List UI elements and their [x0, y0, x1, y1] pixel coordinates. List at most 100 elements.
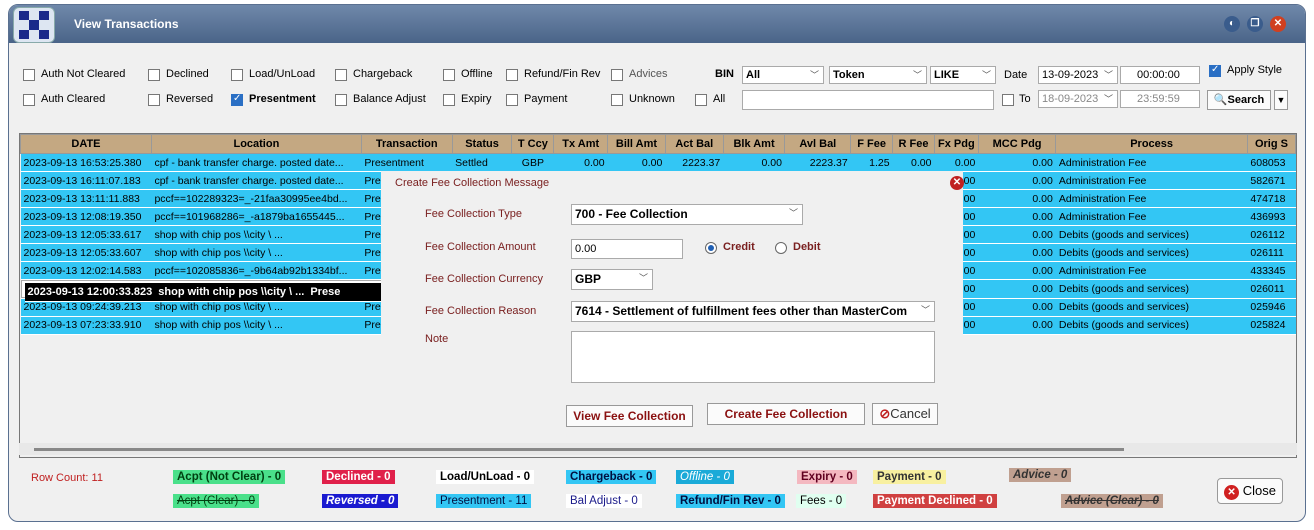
table-cell: 0.00	[978, 316, 1056, 335]
table-cell: 0.00	[934, 153, 979, 172]
column-header[interactable]: T Ccy	[511, 134, 555, 154]
table-cell: 0.00	[553, 153, 608, 172]
note-textarea[interactable]	[571, 331, 935, 383]
debit-radio[interactable]	[775, 242, 787, 254]
table-cell: 026112	[1247, 225, 1296, 244]
filter-checkbox[interactable]	[506, 69, 518, 81]
filter-checkbox[interactable]	[23, 69, 35, 81]
table-cell: 0.00	[607, 153, 666, 172]
token-select[interactable]: Token ﹀	[829, 66, 927, 84]
search-button-label: Search	[1227, 94, 1265, 106]
filter-checkbox[interactable]	[335, 94, 347, 106]
chevron-down-icon: ﹀	[638, 273, 648, 283]
column-header[interactable]: Status	[451, 134, 513, 154]
scrollbar-thumb[interactable]	[34, 448, 1124, 451]
filter-label: Refund/Fin Rev	[524, 68, 601, 80]
filter-checkbox[interactable]	[443, 69, 455, 81]
column-header[interactable]: Transaction	[360, 134, 453, 154]
filter-label: Auth Not Cleared	[41, 68, 126, 80]
filter-checkbox[interactable]	[335, 69, 347, 81]
chevron-down-icon: ﹀	[912, 70, 922, 80]
table-cell: Debits (goods and services)	[1055, 298, 1248, 317]
filter-checkbox[interactable]	[695, 94, 707, 106]
token-value: Token	[833, 69, 865, 81]
filter-label: Reversed	[166, 93, 214, 105]
to-label: To	[1019, 93, 1031, 105]
date-from-picker[interactable]: 13-09-2023 ﹀	[1038, 66, 1118, 84]
search-dropdown-button[interactable]: ▼	[1274, 90, 1288, 110]
table-cell: Debits (goods and services)	[1055, 316, 1248, 335]
column-header[interactable]: Act Bal	[664, 134, 724, 154]
close-window-icon[interactable]: ✕	[1270, 16, 1286, 32]
table-row[interactable]: 2023-09-13 16:53:25.380 cpf - bank transf…	[20, 153, 1296, 172]
chevron-down-icon: ﹀	[981, 70, 991, 80]
binoculars-icon: 🔍	[1213, 94, 1228, 106]
legend-badge: Acpt (Clear) - 0	[173, 494, 259, 508]
create-fee-collection-button[interactable]: Create Fee Collection	[707, 403, 865, 425]
cancel-button[interactable]: ⊘Cancel	[872, 403, 938, 425]
filter-checkbox[interactable]	[148, 69, 160, 81]
filter-checkbox[interactable]	[148, 94, 160, 106]
horizontal-scrollbar[interactable]	[19, 443, 1297, 455]
table-cell: shop with chip pos \\city \ ...	[151, 316, 362, 335]
filter-checkbox[interactable]	[231, 93, 243, 106]
currency-select[interactable]: GBP ﹀	[571, 269, 653, 290]
column-header[interactable]: Bill Amt	[607, 134, 666, 154]
filter-checkbox[interactable]	[231, 69, 243, 81]
close-button[interactable]: ✕ Close	[1217, 478, 1283, 504]
reason-select[interactable]: 7614 - Settlement of fulfillment fees ot…	[571, 301, 935, 322]
table-cell: 0.00	[978, 171, 1056, 190]
filter-checkbox[interactable]	[23, 94, 35, 106]
search-input[interactable]	[742, 90, 994, 110]
table-cell: 0.00	[892, 153, 935, 172]
filter-checkbox[interactable]	[443, 94, 455, 106]
table-cell: 1.25	[850, 153, 893, 172]
type-select[interactable]: 700 - Fee Collection ﹀	[571, 204, 803, 225]
credit-radio[interactable]	[705, 242, 717, 254]
time-from-picker[interactable]: 00:00:00	[1120, 66, 1200, 84]
table-cell: 2023-09-13 07:23:33.910	[20, 316, 152, 335]
filter-checkbox[interactable]	[506, 94, 518, 106]
column-header[interactable]: Avl Bal	[784, 134, 852, 154]
table-cell: Administration Fee	[1055, 153, 1248, 172]
column-header[interactable]: Orig S	[1246, 134, 1296, 154]
column-header[interactable]: Fx Pdg	[933, 134, 979, 154]
column-header[interactable]: R Fee	[892, 134, 935, 154]
table-cell: shop with chip pos \\city \ ...	[151, 225, 362, 244]
table-cell: Administration Fee	[1055, 207, 1248, 226]
close-icon[interactable]: ✕	[950, 176, 964, 190]
filter-checkbox[interactable]	[611, 69, 623, 81]
filter-label: Payment	[524, 93, 568, 105]
column-header[interactable]: Process	[1055, 134, 1248, 154]
table-cell: 2023-09-13 16:53:25.380	[20, 153, 152, 172]
minimize-icon[interactable]: ◐	[1224, 16, 1240, 32]
search-button[interactable]: 🔍Search	[1207, 90, 1271, 110]
column-header[interactable]: Location	[150, 134, 362, 154]
to-checkbox[interactable]	[1002, 94, 1014, 106]
restore-icon[interactable]: ❐	[1247, 16, 1263, 32]
column-header[interactable]: F Fee	[850, 134, 894, 154]
like-value: LIKE	[934, 69, 960, 81]
time-to-picker[interactable]: 23:59:59	[1120, 90, 1200, 108]
table-cell: shop with chip pos \\city \ ...	[155, 283, 308, 302]
legend-badge: Advice (Clear) - 0	[1061, 494, 1163, 508]
view-fee-collection-button[interactable]: View Fee Collection	[566, 405, 693, 427]
column-header[interactable]: Blk Amt	[722, 134, 786, 154]
table-cell: cpf - bank transfer charge. posted date.…	[151, 153, 362, 172]
table-cell: 2023-09-13 12:00:33.823	[24, 283, 156, 302]
bin-select[interactable]: All ﹀	[742, 66, 824, 84]
table-cell: Presentment	[361, 153, 453, 172]
column-header[interactable]: DATE	[20, 134, 152, 154]
amount-input[interactable]: 0.00	[571, 239, 683, 259]
filter-label: Declined	[166, 68, 209, 80]
filter-checkbox[interactable]	[611, 94, 623, 106]
date-to-picker[interactable]: 18-09-2023 ﹀	[1038, 90, 1118, 108]
date-from-value: 13-09-2023	[1042, 69, 1099, 81]
column-header[interactable]: Tx Amt	[553, 134, 609, 154]
table-cell: 436993	[1247, 207, 1296, 226]
table-cell: Administration Fee	[1055, 171, 1248, 190]
apply-style-checkbox[interactable]	[1209, 64, 1221, 77]
column-header[interactable]: MCC Pdg	[977, 134, 1057, 154]
like-select[interactable]: LIKE ﹀	[930, 66, 996, 84]
table-cell: pccf==101968286=_-a1879ba1655445...	[151, 207, 362, 226]
